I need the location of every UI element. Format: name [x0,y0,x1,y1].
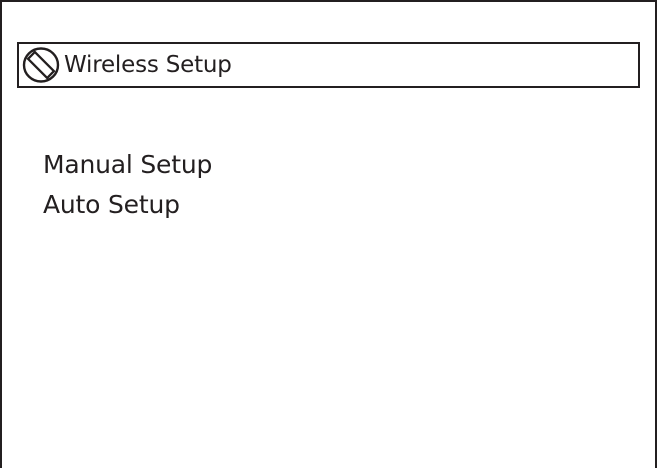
page-title: Wireless Setup [64,51,232,78]
wireless-setup-icon [22,47,60,83]
setup-menu: Manual Setup Auto Setup [43,145,212,225]
wireless-setup-screen: Wireless Setup Manual Setup Auto Setup [0,0,657,468]
menu-item-auto-setup[interactable]: Auto Setup [43,185,212,225]
menu-item-manual-setup[interactable]: Manual Setup [43,145,212,185]
title-bar: Wireless Setup [17,42,640,88]
